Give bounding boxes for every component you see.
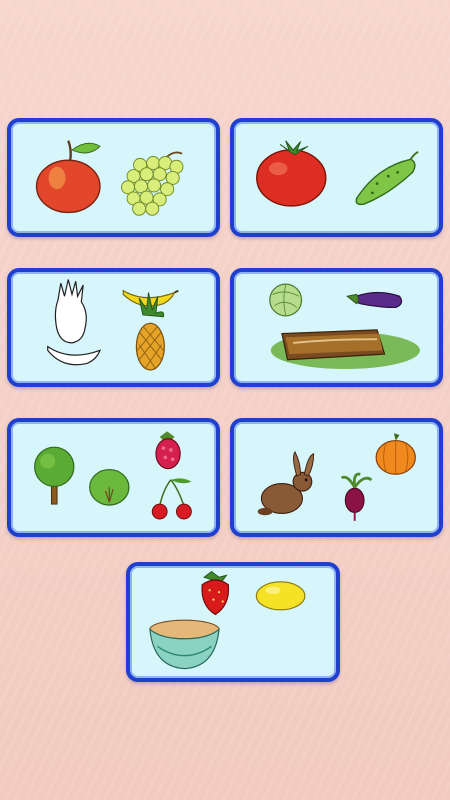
pumpkin-icon <box>375 433 416 475</box>
card-garden-bed-art <box>269 283 420 370</box>
card-tomato-cucumber[interactable] <box>230 118 443 237</box>
bowl-icon <box>149 619 220 670</box>
raspberry-icon <box>155 431 181 470</box>
card-strawberry-lemon-bowl[interactable] <box>126 562 340 682</box>
tree-icon <box>34 446 75 505</box>
tomato-icon <box>256 140 327 207</box>
rabbit-icon <box>257 450 315 516</box>
card-tomato-cucumber-art <box>256 140 419 207</box>
card-rabbit-vegetables[interactable] <box>230 418 443 537</box>
card-tree-berries-art <box>34 431 192 520</box>
strawberry-icon <box>201 571 230 616</box>
card-garden-bed[interactable] <box>230 268 443 387</box>
beetroot-icon <box>340 472 373 521</box>
card-strawberry-lemon-bowl-art <box>149 571 306 670</box>
card-pineapple-banana-art <box>47 279 179 371</box>
cucumber-icon <box>355 151 419 206</box>
card-tree-berries[interactable] <box>7 418 220 537</box>
card-rabbit-vegetables-art <box>257 433 416 521</box>
lemon-icon <box>255 581 306 611</box>
card-apple-grapes[interactable] <box>7 118 220 237</box>
cherries-icon <box>151 478 192 520</box>
card-apple-grapes-art <box>35 140 184 216</box>
banana-outline-icon <box>47 345 102 366</box>
grapes-icon <box>120 151 184 216</box>
garden-bed-icon <box>270 329 420 370</box>
cabbage-icon <box>269 283 303 317</box>
apple-icon <box>35 140 101 214</box>
bush-icon <box>89 468 130 506</box>
eggplant-icon <box>346 291 403 309</box>
pineapple-outline-icon <box>54 279 87 344</box>
card-pineapple-banana[interactable] <box>7 268 220 387</box>
